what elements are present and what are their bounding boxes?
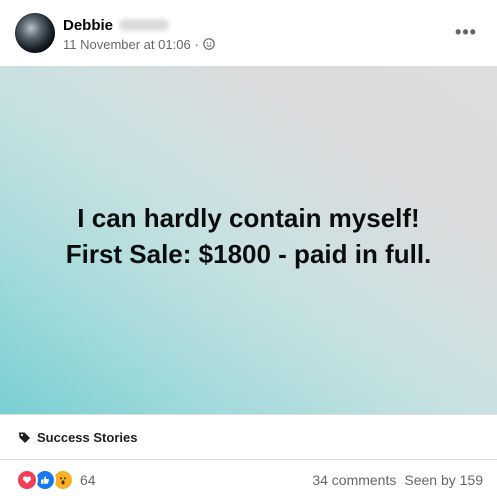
post-image[interactable]: I can hardly contain myself! First Sale:… bbox=[0, 66, 497, 414]
post-header: Debbie 11 November at 01:06 · ••• bbox=[0, 0, 497, 66]
post-meta: 11 November at 01:06 · bbox=[63, 36, 215, 52]
reaction-count: 64 bbox=[80, 472, 96, 488]
more-options-button[interactable]: ••• bbox=[451, 20, 481, 44]
engagement-stats: 34 comments Seen by 159 bbox=[312, 472, 483, 488]
reactions-summary[interactable]: 64 bbox=[16, 469, 96, 491]
post-text: I can hardly contain myself! First Sale:… bbox=[66, 200, 432, 272]
avatar[interactable] bbox=[15, 13, 55, 53]
meta-separator: · bbox=[194, 36, 200, 52]
post-card: Debbie 11 November at 01:06 · ••• I can … bbox=[0, 0, 497, 499]
author-row: Debbie bbox=[63, 16, 170, 34]
topic-tag-label[interactable]: Success Stories bbox=[37, 430, 137, 445]
post-text-line-2: First Sale: $1800 - paid in full. bbox=[65, 239, 432, 269]
friends-icon[interactable] bbox=[203, 38, 215, 50]
tag-icon bbox=[18, 431, 31, 444]
post-text-line-1: I can hardly contain myself! bbox=[77, 203, 420, 233]
topic-tag-row: Success Stories bbox=[0, 414, 497, 460]
love-icon bbox=[16, 469, 38, 491]
redacted-surname bbox=[119, 19, 170, 31]
post-footer: 64 34 comments Seen by 159 bbox=[0, 459, 497, 500]
post-timestamp[interactable]: 11 November at 01:06 bbox=[63, 37, 191, 52]
comments-link[interactable]: 34 comments bbox=[312, 472, 396, 488]
author-name[interactable]: Debbie bbox=[63, 17, 113, 34]
seen-by-link[interactable]: Seen by 159 bbox=[404, 472, 483, 488]
